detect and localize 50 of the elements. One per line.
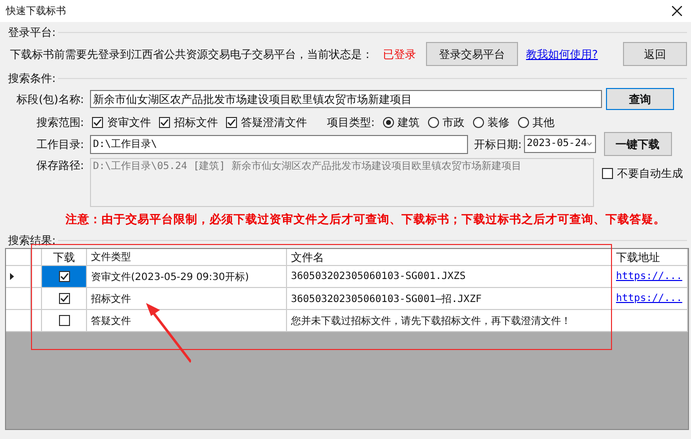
checkbox-label: 答疑澄清文件 bbox=[241, 114, 307, 130]
radio-button[interactable] bbox=[428, 116, 439, 128]
field-label: 开标日期: bbox=[474, 136, 522, 152]
checkbox[interactable] bbox=[159, 116, 170, 128]
table-cell: 您并未下载过招标文件，请先下载招标文件，再下载澄清文件！ bbox=[287, 310, 612, 332]
field-label: 工作目录: bbox=[35, 136, 84, 152]
radio-label: 其他 bbox=[532, 114, 555, 130]
date-picker[interactable]: 2023-05-24 bbox=[524, 135, 596, 153]
download-all-button[interactable]: 一键下载 bbox=[604, 132, 672, 156]
annotation-arrow bbox=[145, 303, 191, 363]
table-cell bbox=[31, 310, 42, 332]
checkbox-label: 不要自动生成 bbox=[617, 166, 683, 181]
checkbox[interactable] bbox=[58, 271, 70, 282]
checkbox[interactable] bbox=[58, 315, 70, 326]
checkbox[interactable] bbox=[226, 116, 237, 128]
radio-label: 建筑 bbox=[398, 114, 420, 130]
checkbox[interactable] bbox=[58, 293, 70, 304]
help-link[interactable]: 教我如何使用? bbox=[526, 46, 598, 62]
window-title: 快速下载标书 bbox=[6, 4, 66, 18]
group-label: 登录平台: bbox=[8, 24, 56, 40]
login-button[interactable]: 登录交易平台 bbox=[426, 42, 518, 66]
checkbox[interactable] bbox=[92, 116, 103, 128]
login-message: 下载标书前需要先登录到江西省公共资源交易电子交易平台，当前状态是： bbox=[10, 46, 373, 62]
radio-label: 装修 bbox=[488, 114, 510, 130]
group-label: 搜索条件: bbox=[8, 70, 56, 86]
field-label: 搜索范围: bbox=[35, 114, 84, 130]
field-label: 项目类型: bbox=[327, 114, 375, 130]
radio-button[interactable] bbox=[472, 116, 484, 128]
table-cell[interactable] bbox=[42, 310, 87, 332]
radio-button[interactable] bbox=[382, 116, 394, 128]
dropdown-caret-icon bbox=[586, 141, 592, 147]
checkbox-label: 资审文件 bbox=[107, 114, 151, 130]
radio-label: 市政 bbox=[442, 114, 465, 130]
current-row-icon bbox=[10, 273, 14, 280]
save-path-field: D:\工作目录\05.24 [建筑] 新余市仙女湖区农产品批发市场建设项目欧里镇农贸市场新建项目 bbox=[90, 158, 594, 207]
name-field[interactable]: 新余市仙女湖区农产品批发市场建设项目欧里镇农贸市场新建项目 bbox=[90, 90, 602, 108]
login-status: 已登录 bbox=[383, 46, 416, 62]
query-button[interactable]: 查询 bbox=[606, 88, 674, 110]
download-link[interactable]: https://... bbox=[616, 271, 682, 282]
checkbox[interactable] bbox=[602, 168, 613, 179]
notice-text: 注意：由于交易平台限制，必须下载过资审文件之后才可查询、下载标书；下载过标书之后才可查询、下载答疑。 bbox=[66, 212, 666, 226]
checkbox-label: 招标文件 bbox=[174, 114, 218, 130]
field-label: 标段(包)名称: bbox=[16, 92, 84, 106]
workdir-field[interactable]: D:\工作目录\ bbox=[90, 134, 468, 154]
close-icon[interactable] bbox=[672, 6, 682, 16]
radio-button[interactable] bbox=[518, 116, 529, 128]
download-link[interactable]: https://... bbox=[616, 293, 682, 304]
field-label: 保存路径: bbox=[35, 158, 84, 173]
back-button[interactable]: 返回 bbox=[623, 42, 687, 66]
table-cell[interactable] bbox=[42, 266, 87, 288]
